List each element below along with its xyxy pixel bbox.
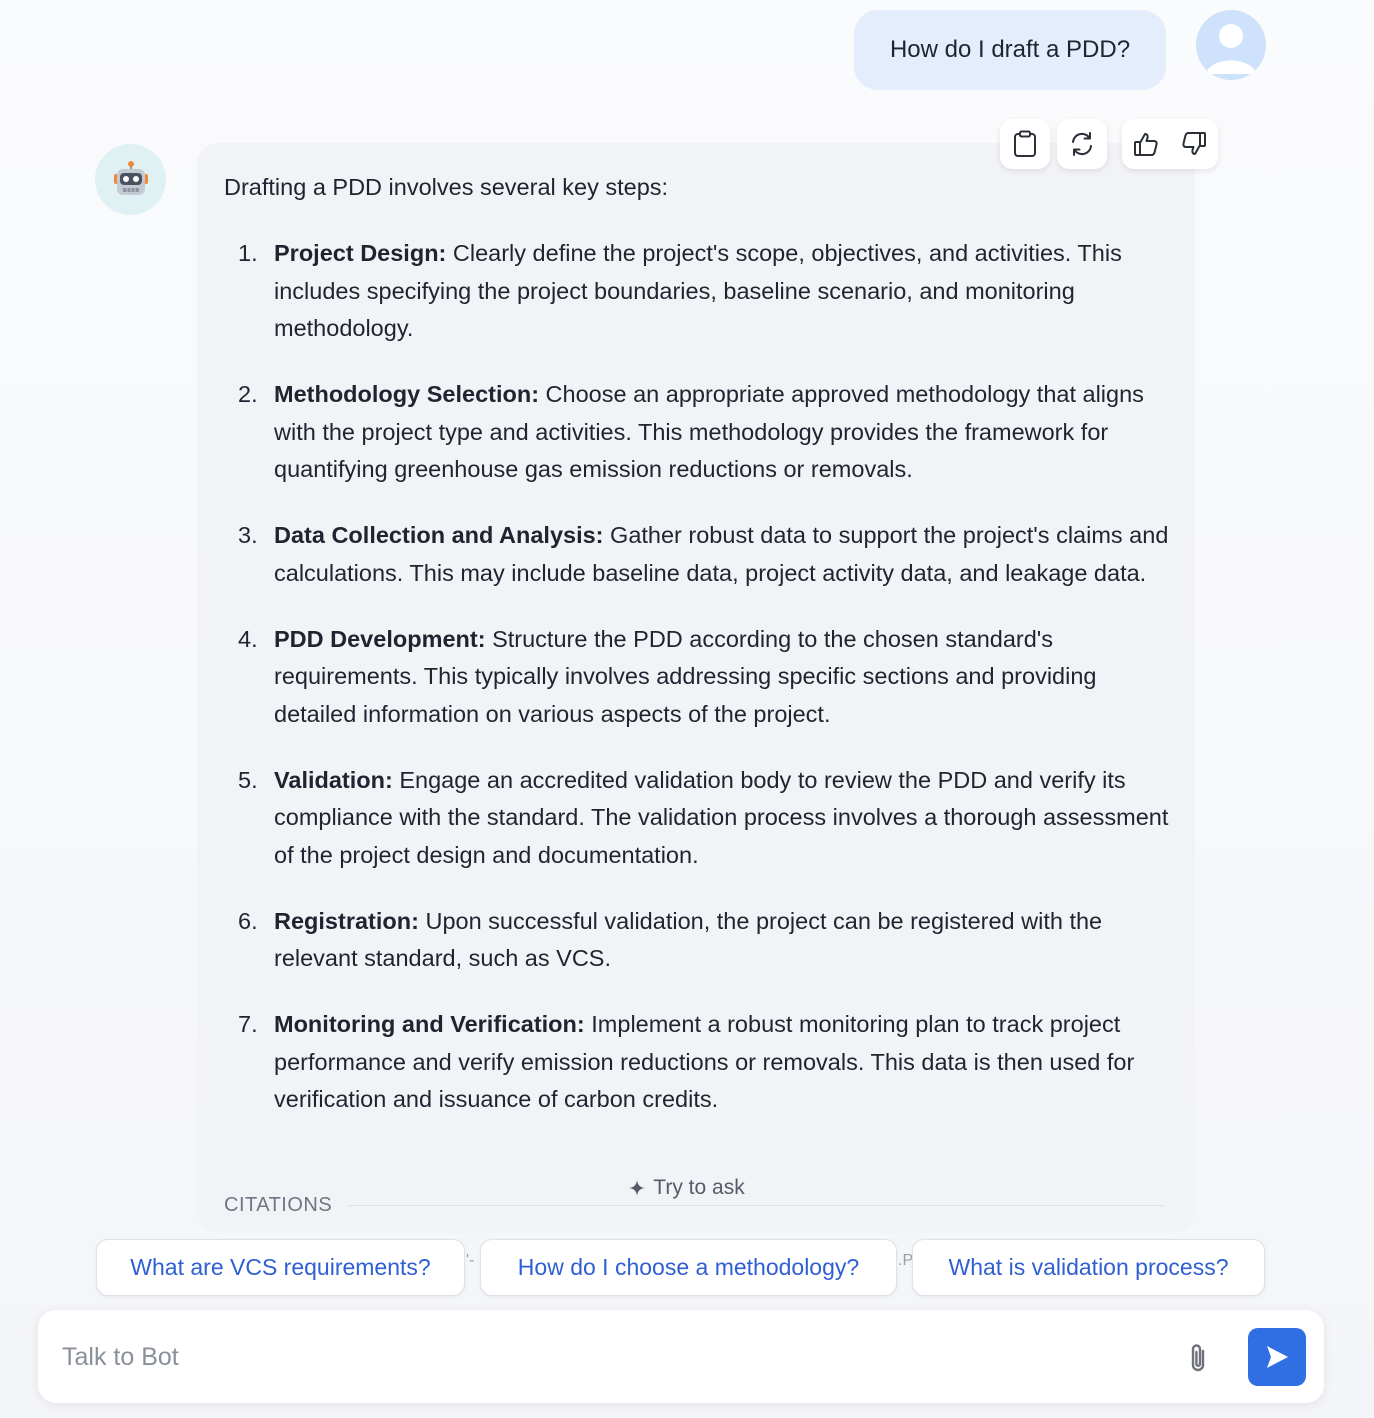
user-avatar	[1196, 10, 1266, 80]
user-message-bubble: How do I draft a PDD?	[854, 10, 1166, 90]
thumbs-up-icon	[1134, 133, 1158, 156]
thumbs-up-button[interactable]	[1122, 120, 1170, 168]
send-icon	[1267, 1346, 1288, 1368]
user-avatar-icon	[1206, 24, 1256, 74]
step-title: PDD Development:	[274, 625, 486, 652]
list-item: 7. Monitoring and Verification: Implemen…	[224, 1006, 1169, 1119]
try-to-ask-label: Try to ask	[600, 1176, 774, 1200]
attach-button[interactable]	[1178, 1338, 1218, 1378]
paperclip-icon	[1191, 1344, 1205, 1372]
refresh-icon	[1072, 132, 1092, 156]
regenerate-toolbar-group	[1057, 119, 1107, 169]
citations-divider	[348, 1205, 1164, 1206]
suggestion-label: What are VCS requirements?	[130, 1254, 431, 1280]
step-title: Methodology Selection:	[274, 381, 540, 407]
user-message-text: How do I draft a PDD?	[889, 36, 1131, 63]
step-number: 4.	[238, 625, 258, 652]
step-title: Validation:	[274, 766, 393, 793]
step-title: Registration:	[274, 907, 419, 934]
step-title: Monitoring and Verification:	[274, 1011, 585, 1037]
message-input[interactable]	[62, 1332, 1152, 1382]
bot-avatar	[95, 144, 166, 215]
list-item: 3. Data Collection and Analysis: Gather …	[224, 517, 1169, 592]
step-title: Data Collection and Analysis:	[274, 522, 604, 548]
clipboard-icon	[1014, 130, 1036, 157]
step-title: Project Design:	[274, 240, 447, 266]
steps-list: 1. Project Design: Clearly define the pr…	[224, 235, 1169, 1119]
feedback-toolbar-group	[1122, 119, 1218, 169]
step-number: 2.	[238, 381, 258, 407]
citations-label: CITATIONS	[224, 1194, 333, 1216]
step-number: 1.	[238, 240, 258, 266]
list-item: 5. Validation: Engage an accredited vali…	[224, 762, 1169, 875]
suggestion-choose-methodology[interactable]: How do I choose a methodology?	[480, 1239, 897, 1296]
step-number: 3.	[238, 522, 258, 548]
list-item: 1. Project Design: Clearly define the pr…	[224, 235, 1169, 348]
suggestion-label: How do I choose a methodology?	[517, 1254, 860, 1280]
step-number: 5.	[238, 766, 258, 793]
robot-icon	[113, 160, 148, 195]
regenerate-button[interactable]	[1058, 120, 1106, 168]
suggestion-validation-process[interactable]: What is validation process?	[912, 1239, 1265, 1296]
step-number: 7.	[238, 1011, 258, 1037]
copy-button[interactable]	[1001, 120, 1049, 168]
suggestion-vcs-requirements[interactable]: What are VCS requirements?	[96, 1239, 465, 1296]
thumbs-down-icon	[1182, 132, 1206, 155]
list-item: 2. Methodology Selection: Choose an appr…	[224, 376, 1169, 489]
sparkle-icon	[629, 1180, 646, 1196]
bot-intro-text: Drafting a PDD involves several key step…	[224, 174, 669, 200]
copy-toolbar-group	[1000, 119, 1050, 169]
message-composer	[38, 1310, 1324, 1403]
suggestion-label: What is validation process?	[948, 1254, 1229, 1280]
bot-message-bubble: Drafting a PDD involves several key step…	[197, 143, 1195, 1233]
list-item: 6. Registration: Upon successful validat…	[224, 903, 1169, 978]
step-number: 6.	[238, 907, 258, 934]
suggestion-peek-text: '-	[466, 1252, 475, 1269]
send-button[interactable]	[1248, 1328, 1306, 1386]
step-body: Engage an accredited validation body to …	[274, 766, 1169, 868]
suggestion-peek-text: .P	[898, 1252, 914, 1269]
thumbs-down-button[interactable]	[1170, 120, 1218, 168]
list-item: 4. PDD Development: Structure the PDD ac…	[224, 621, 1169, 734]
try-to-ask-text: Try to ask	[653, 1176, 745, 1199]
